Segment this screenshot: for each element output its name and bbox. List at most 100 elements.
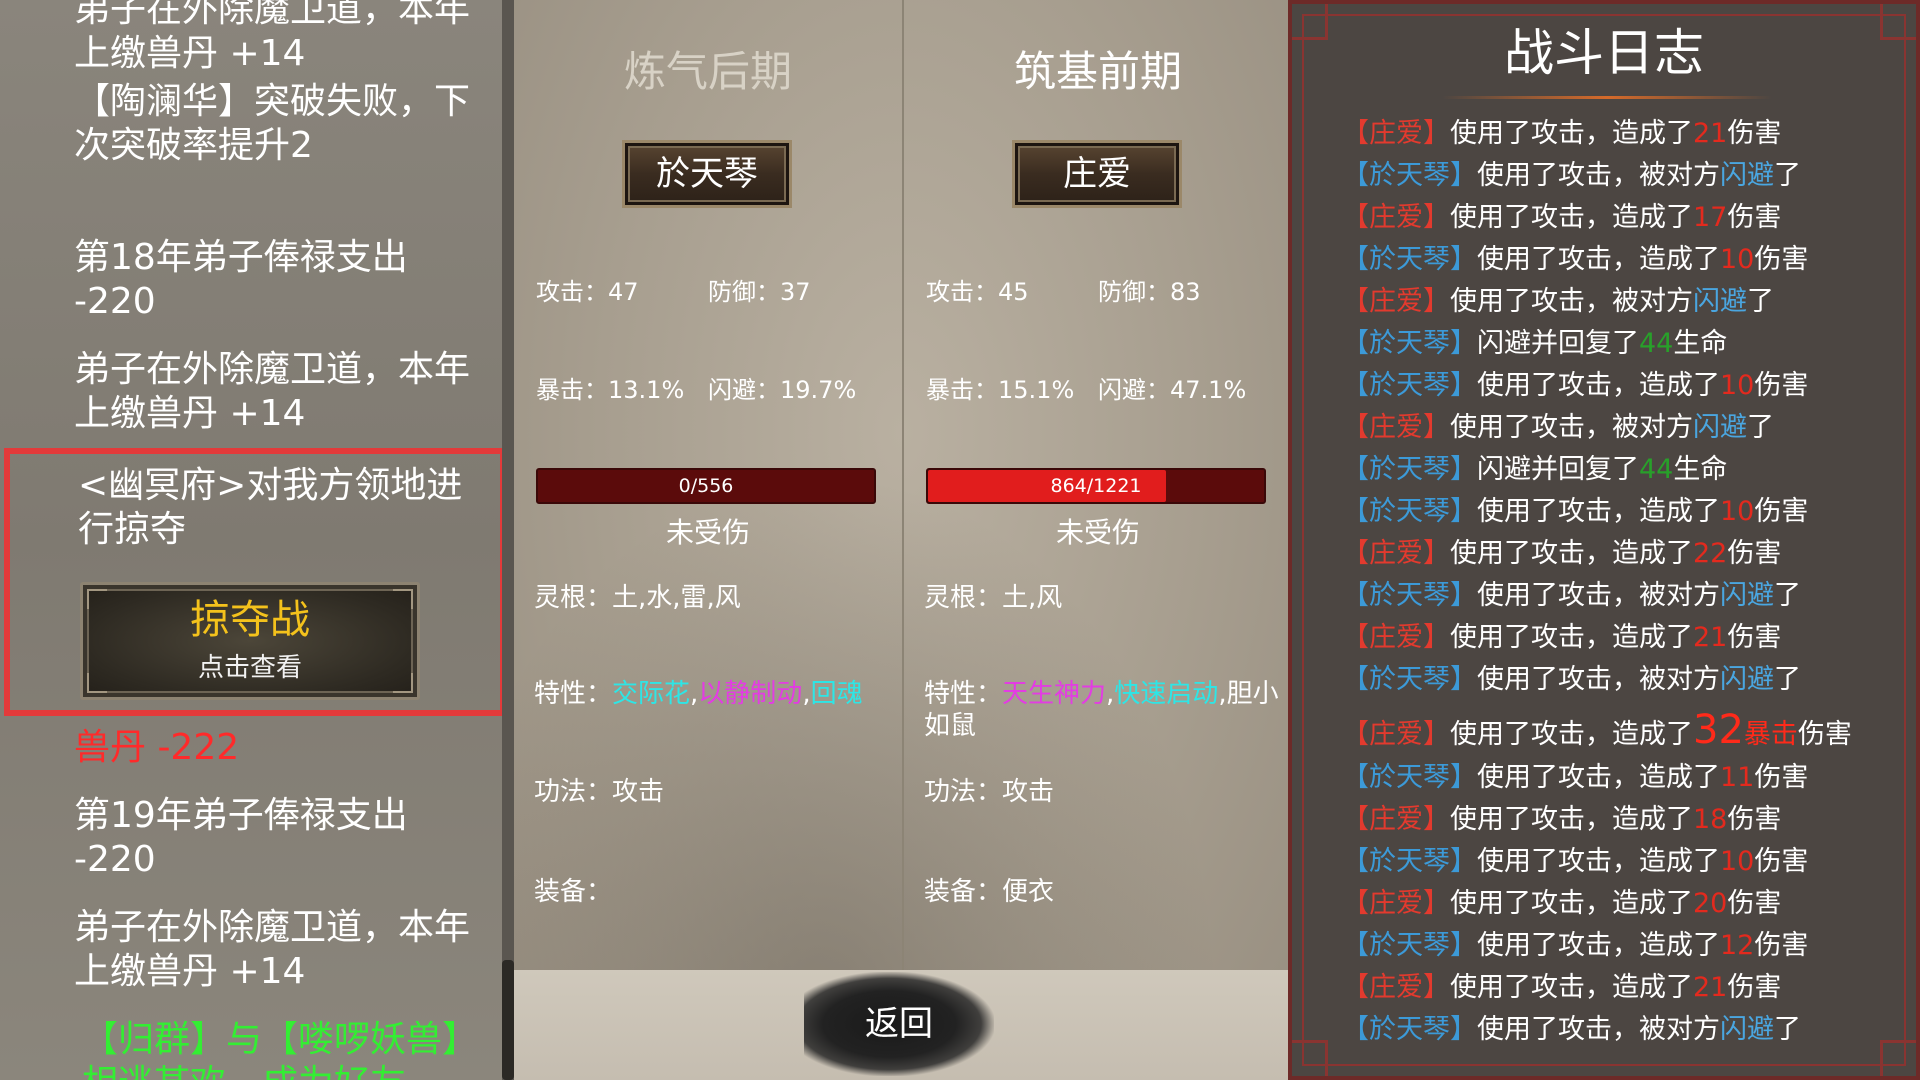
log-segment: 了: [1774, 160, 1801, 191]
log-segment: 使用了攻击，造成了: [1450, 972, 1693, 1003]
battle-log-entry: 【於天琴】使用了攻击，造成了10伤害: [1342, 494, 1912, 530]
defense-label: 防御：: [708, 278, 780, 306]
log-segment: 了: [1774, 664, 1801, 695]
event-log-item: 弟子在外除魔卫道，本年上缴兽丹 +14: [74, 349, 471, 434]
battle-log-panel[interactable]: 战斗日志 【庄爱】使用了攻击，造成了21伤害 【於天琴】使用了攻击，被对方闪避了【…: [1288, 0, 1920, 1080]
battle-log-entry: 【於天琴】使用了攻击，造成了11伤害: [1342, 760, 1912, 796]
log-segment: 使用了攻击，被对方: [1450, 412, 1693, 443]
log-segment: 使用了攻击，造成了: [1450, 118, 1693, 149]
traits: 特性：交际花,以静制动,回魂: [534, 678, 894, 710]
raid-battle-button[interactable]: 掠夺战 点击查看: [80, 582, 420, 700]
raid-event-highlight: <幽冥府>对我方领地进行掠夺 掠夺战 点击查看: [4, 448, 506, 716]
log-segment: 闪避: [1720, 664, 1774, 695]
log-segment: 生命: [1673, 328, 1728, 359]
log-segment: 了: [1774, 580, 1801, 611]
crit-label: 暴击：: [536, 376, 608, 404]
dodge-value: 47.1%: [1170, 376, 1247, 404]
frame-corner: [1292, 1040, 1328, 1076]
log-segment: 20: [1693, 888, 1728, 919]
battle-log-entry: 【於天琴】使用了攻击，被对方闪避了: [1342, 158, 1912, 194]
log-segment: 闪避: [1720, 1014, 1774, 1045]
log-segment: 闪避并回复了: [1477, 454, 1639, 485]
return-button[interactable]: 返回: [804, 972, 994, 1076]
traits-label: 特性：: [534, 679, 613, 709]
log-segment: 伤害: [1754, 762, 1809, 793]
trait-item: 天生神力: [1002, 679, 1107, 709]
event-log-scrollbar[interactable]: [502, 0, 514, 1080]
log-segment: 【於天琴】: [1342, 496, 1477, 527]
technique: 功法：攻击: [924, 777, 1055, 807]
hp-text: 0/556: [678, 475, 734, 497]
log-segment: 【於天琴】: [1342, 328, 1477, 359]
raid-button-subtitle: 点击查看: [197, 653, 302, 683]
battle-log-entry: 【於天琴】使用了攻击，造成了10伤害: [1342, 242, 1912, 278]
equipment: 装备：便衣: [924, 877, 1055, 907]
trait-item: 交际花: [612, 679, 691, 709]
log-segment: 17: [1693, 202, 1728, 233]
hp-bar: 864/1221: [926, 468, 1266, 504]
log-segment: 伤害: [1754, 930, 1809, 961]
trait-item: ,: [802, 679, 811, 709]
log-segment: 使用了攻击，造成了: [1477, 930, 1720, 961]
dodge-label: 闪避：: [708, 376, 780, 404]
log-segment: 【於天琴】: [1342, 664, 1477, 695]
log-segment: 使用了攻击，造成了: [1450, 888, 1693, 919]
battle-log-entry: 【庄爱】使用了攻击，造成了18伤害: [1342, 802, 1912, 838]
fighter-name-plate: 庄爱: [1012, 140, 1182, 208]
hp-text: 864/1221: [1050, 475, 1142, 497]
log-segment: 了: [1774, 1014, 1801, 1045]
defense-value: 83: [1170, 278, 1201, 306]
event-log-item: 【归群】与【喽啰妖兽】相逃某欢，成为好友: [82, 1019, 479, 1080]
log-segment: 【於天琴】: [1342, 370, 1477, 401]
battle-log-entry: 【庄爱】使用了攻击，造成了17伤害: [1342, 200, 1912, 236]
event-log-item: 第19年弟子俸禄支出 -220: [74, 795, 408, 880]
log-segment: 21: [1693, 972, 1728, 1003]
log-segment: 【庄爱】: [1342, 804, 1450, 835]
log-segment: 【庄爱】: [1342, 888, 1450, 919]
dodge-stat: 闪避：19.7%: [708, 374, 856, 406]
log-segment: 21: [1693, 118, 1728, 149]
trait-item: 快速启动: [1114, 679, 1219, 709]
log-segment: 【庄爱】: [1342, 118, 1450, 149]
event-log-panel[interactable]: 弟子在外除魔卫道，本年上缴兽丹 +14 【陶澜华】突破失败，下次突破率提升2 第…: [0, 0, 514, 1080]
log-segment: 伤害: [1727, 972, 1782, 1003]
scrollbar-thumb[interactable]: [502, 960, 514, 1080]
battle-log-entry: 【庄爱】使用了攻击，造成了21伤害: [1342, 620, 1912, 656]
event-log-item: 弟子在外除魔卫道，本年上缴兽丹 +14: [74, 907, 471, 992]
log-segment: 使用了攻击，被对方: [1477, 664, 1720, 695]
log-segment: 伤害: [1727, 118, 1782, 149]
log-segment: 18: [1693, 804, 1728, 835]
log-segment: 伤害: [1754, 370, 1809, 401]
log-segment: 【於天琴】: [1342, 930, 1477, 961]
log-segment: 【庄爱】: [1342, 286, 1450, 317]
log-segment: 使用了攻击，造成了: [1477, 370, 1720, 401]
crit-stat: 暴击：15.1%: [926, 374, 1074, 406]
defense-stat: 防御：83: [1098, 276, 1201, 308]
traits-list: 交际花,以静制动,回魂: [612, 679, 863, 709]
log-segment: 12: [1720, 930, 1755, 961]
log-segment: 【於天琴】: [1342, 1014, 1477, 1045]
log-segment: 闪避: [1720, 580, 1774, 611]
event-log-item: 兽丹 -222: [74, 727, 240, 768]
log-segment: 伤害: [1727, 622, 1782, 653]
dodge-value: 19.7%: [780, 376, 857, 404]
log-segment: 使用了攻击，被对方: [1450, 286, 1693, 317]
injury-status: 未受伤: [665, 516, 750, 549]
raid-button-title: 掠夺战: [190, 597, 310, 643]
log-segment: 闪避: [1693, 286, 1747, 317]
battle-log-entry: 【庄爱】使用了攻击，造成了20伤害: [1342, 886, 1912, 922]
event-log-item: 弟子在外除魔卫道，本年上缴兽丹 +14: [74, 0, 471, 74]
log-segment: 【於天琴】: [1342, 454, 1477, 485]
log-segment: 44: [1639, 328, 1674, 359]
attack-label: 攻击：: [926, 278, 998, 306]
log-segment: 【庄爱】: [1342, 412, 1450, 443]
fighter-realm: 炼气后期: [623, 47, 792, 96]
log-segment: 使用了攻击，造成了: [1450, 538, 1693, 569]
defense-stat: 防御：37: [708, 276, 811, 308]
log-segment: 44: [1639, 454, 1674, 485]
log-segment: 【於天琴】: [1342, 762, 1477, 793]
battle-log-entry: 【於天琴】使用了攻击，被对方闪避了: [1342, 662, 1912, 698]
log-segment: 【庄爱】: [1342, 719, 1450, 750]
log-segment: 使用了攻击，造成了: [1450, 804, 1693, 835]
dodge-label: 闪避：: [1098, 376, 1170, 404]
